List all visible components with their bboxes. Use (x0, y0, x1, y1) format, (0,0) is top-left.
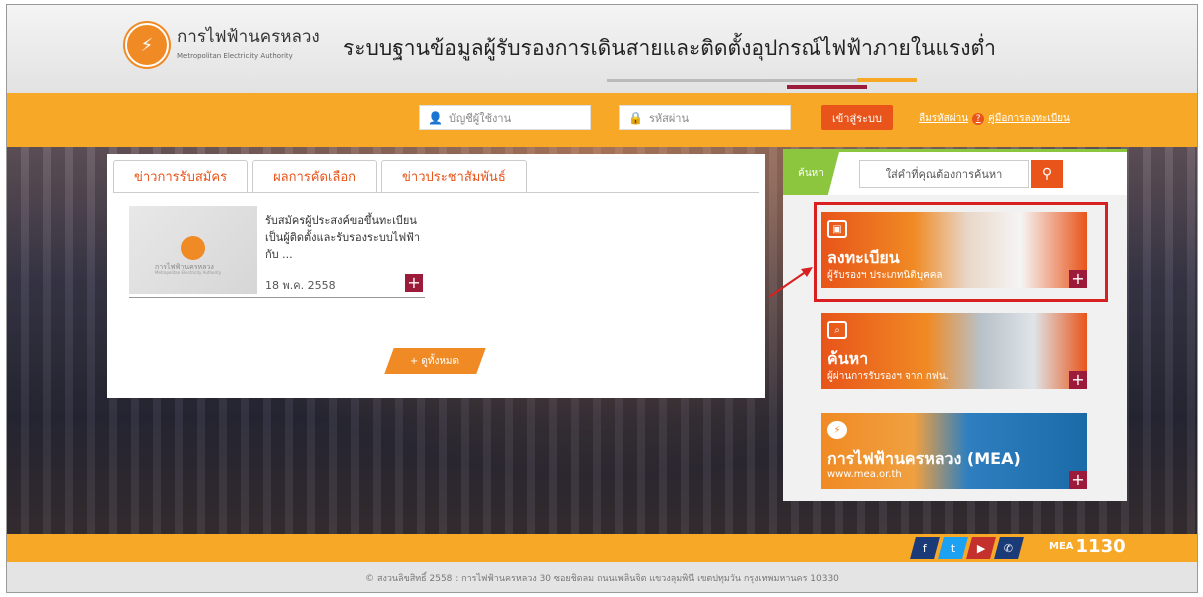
mea-banner-url: www.mea.or.th (827, 469, 902, 480)
site-header: ⚡ การไฟฟ้านครหลวง Metropolitan Electrici… (7, 5, 1197, 93)
mea-call-label: MEA (1049, 541, 1074, 552)
site-title: ระบบฐานข้อมูลผู้รับรองการเดินสายและติดตั… (343, 36, 996, 60)
footer-copyright: © สงวนลิขสิทธิ์ 2558 : การไฟฟ้านครหลวง 3… (7, 562, 1197, 592)
search-input[interactable]: ใส่คำที่คุณต้องการค้นหา (859, 160, 1029, 188)
view-all-label: + ดูทั้งหมด (410, 355, 460, 367)
forgot-password-link[interactable]: ลืมรหัสผ่าน (919, 111, 968, 126)
logo-thai: การไฟฟ้านครหลวง (177, 27, 320, 47)
highlight-box (814, 202, 1108, 302)
news-panel: ข่าวการรับสมัคร ผลการคัดเลือก ข่าวประชาส… (107, 154, 765, 398)
facebook-icon[interactable]: f (910, 537, 940, 559)
call-center[interactable]: MEA 1130 (1049, 536, 1126, 557)
header-deco-orange (857, 78, 917, 82)
registration-manual-link[interactable]: คู่มือการลงทะเบียน (988, 111, 1070, 126)
mea-logo-icon (181, 236, 205, 260)
header-deco-maroon (787, 85, 867, 89)
youtube-icon[interactable]: ▶ (966, 537, 996, 559)
logo-text[interactable]: การไฟฟ้านครหลวง Metropolitan Electricity… (177, 23, 320, 60)
news-item[interactable]: การไฟฟ้านครหลวง Metropolitan Electricity… (129, 206, 425, 298)
user-icon: 👤 (428, 110, 443, 125)
search-banner-subtitle: ผู้ผ่านการรับรองฯ จาก กฟน. (827, 371, 949, 382)
mea-plus-icon[interactable]: + (1069, 471, 1087, 489)
news-tabs: ข่าวการรับสมัคร ผลการคัดเลือก ข่าวประชาส… (113, 160, 527, 192)
username-field[interactable]: 👤 บัญชีผู้ใช้งาน (419, 105, 591, 130)
tab-recruitment-news[interactable]: ข่าวการรับสมัคร (113, 160, 249, 192)
news-date: 18 พ.ค. 2558 (265, 279, 336, 292)
view-all-button[interactable]: + ดูทั้งหมด (384, 348, 486, 374)
browser-frame: ⚡ การไฟฟ้านครหลวง Metropolitan Electrici… (6, 4, 1198, 593)
twitter-icon[interactable]: t (938, 537, 968, 559)
phone-icon[interactable]: ✆ (994, 537, 1024, 559)
password-placeholder: รหัสผ่าน (648, 111, 689, 125)
search-bar: ค้นหา ใส่คำที่คุณต้องการค้นหา ⚲ (783, 149, 1127, 195)
login-button[interactable]: เข้าสู่ระบบ (821, 105, 893, 130)
mea-logo-icon[interactable]: ⚡ (125, 23, 169, 67)
help-icon: ? (972, 112, 985, 125)
login-bar: 👤 บัญชีผู้ใช้งาน 🔒 รหัสผ่าน เข้าสู่ระบบ … (7, 93, 1197, 147)
social-bar: f t ▶ ✆ MEA 1130 (7, 534, 1197, 562)
login-links: ลืมรหัสผ่าน ? คู่มือการลงทะเบียน (919, 111, 1070, 126)
search-icon: ⚲ (1041, 166, 1053, 182)
news-thumbnail[interactable]: การไฟฟ้านครหลวง Metropolitan Electricity… (129, 206, 257, 294)
news-headline[interactable]: รับสมัครผู้ประสงค์ขอขึ้นทะเบียนเป็นผู้ติ… (265, 212, 425, 263)
lock-icon: 🔒 (628, 110, 643, 125)
tab-selection-results[interactable]: ผลการคัดเลือก (252, 160, 378, 192)
thumbnail-logo-english: Metropolitan Electricity Authority (155, 270, 222, 275)
search-certified-banner[interactable]: ⌕ ค้นหา ผู้ผ่านการรับรองฯ จาก กฟน. + (821, 313, 1087, 389)
search-plus-icon[interactable]: + (1069, 371, 1087, 389)
call-center-number: 1130 (1075, 536, 1126, 557)
news-more-plus-icon[interactable]: + (405, 274, 423, 292)
search-label: ค้นหา (783, 152, 839, 195)
search-button[interactable]: ⚲ (1031, 160, 1063, 188)
mea-website-banner[interactable]: ⚡ การไฟฟ้านครหลวง (MEA) www.mea.or.th + (821, 413, 1087, 489)
tab-divider (113, 192, 759, 193)
username-placeholder: บัญชีผู้ใช้งาน (448, 111, 512, 125)
logo-english: Metropolitan Electricity Authority (177, 52, 293, 60)
search-document-icon: ⌕ (827, 321, 847, 339)
annotation-arrow-icon (768, 267, 813, 298)
password-field[interactable]: 🔒 รหัสผ่าน (619, 105, 791, 130)
tab-public-relations[interactable]: ข่าวประชาสัมพันธ์ (381, 160, 527, 192)
mea-logo-icon: ⚡ (827, 421, 847, 439)
